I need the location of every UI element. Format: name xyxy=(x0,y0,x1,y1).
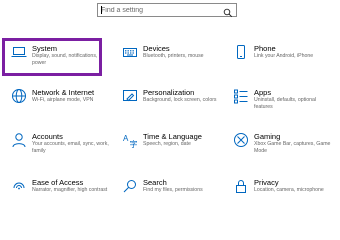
tile-description: Bluetooth, printers, mouse xyxy=(143,53,204,59)
tile-title: Search xyxy=(143,178,167,187)
tile-phone[interactable]: Phone Link your Android, iPhone xyxy=(233,44,333,76)
tile-network-internet[interactable]: Network & Internet Wi-Fi, airplane mode,… xyxy=(11,88,111,120)
tile-accounts[interactable]: Accounts Your accounts, email, sync, wor… xyxy=(11,132,111,164)
time-language-icon: A字 xyxy=(122,132,138,148)
tile-description: Your accounts, email, sync, work, family xyxy=(32,141,109,154)
phone-icon xyxy=(233,44,249,60)
tile-gaming[interactable]: Gaming Xbox Game Bar, captures, Game Mod… xyxy=(233,132,333,164)
tile-description: Wi-Fi, airplane mode, VPN xyxy=(32,97,94,103)
tile-description: Location, camera, microphone xyxy=(254,187,324,193)
tile-title: Accounts xyxy=(32,132,63,141)
paint-icon xyxy=(122,88,138,104)
ease-of-access-icon xyxy=(11,178,27,194)
search-box[interactable] xyxy=(97,3,237,18)
xbox-icon xyxy=(233,132,249,148)
tile-personalization[interactable]: Personalization Background, lock screen,… xyxy=(122,88,222,120)
tile-description: Uninstall, defaults, optional features xyxy=(254,97,316,110)
tile-description: Background, lock screen, colors xyxy=(143,97,217,103)
tile-title: Time & Language xyxy=(143,132,202,141)
lock-icon xyxy=(233,178,249,194)
tile-title: Ease of Access xyxy=(32,178,84,187)
svg-text:字: 字 xyxy=(130,139,138,148)
tile-description: Find my files, permissions xyxy=(143,187,203,193)
tile-title: Apps xyxy=(254,88,272,97)
tile-title: Privacy xyxy=(254,178,279,187)
highlight-box xyxy=(2,38,102,76)
globe-icon xyxy=(11,88,27,104)
tile-title: Network & Internet xyxy=(32,88,95,97)
tile-description: Speech, region, date xyxy=(143,141,191,147)
tile-privacy[interactable]: Privacy Location, camera, microphone xyxy=(233,178,333,210)
tile-title: Devices xyxy=(143,44,170,53)
search-icon[interactable] xyxy=(223,5,233,18)
tile-time-language[interactable]: A字 Time & Language Speech, region, date xyxy=(122,132,222,164)
tile-apps[interactable]: Apps Uninstall, defaults, optional featu… xyxy=(233,88,333,120)
tile-title: Phone xyxy=(254,44,276,53)
search-icon xyxy=(122,178,138,194)
tile-title: Personalization xyxy=(143,88,195,97)
person-icon xyxy=(11,132,27,148)
text-caret xyxy=(101,6,102,14)
search-input[interactable] xyxy=(101,4,221,16)
tile-description: Narrator, magnifier, high contrast xyxy=(32,187,108,193)
tile-title: Gaming xyxy=(254,132,281,141)
tile-description: Link your Android, iPhone xyxy=(254,53,314,59)
svg-text:A: A xyxy=(123,134,129,143)
keyboard-icon xyxy=(122,44,138,60)
tile-search[interactable]: Search Find my files, permissions xyxy=(122,178,222,210)
apps-list-icon xyxy=(233,88,249,104)
tile-description: Xbox Game Bar, captures, Game Mode xyxy=(254,141,331,154)
tile-ease-of-access[interactable]: Ease of Access Narrator, magnifier, high… xyxy=(11,178,111,210)
tile-devices[interactable]: Devices Bluetooth, printers, mouse xyxy=(122,44,222,76)
